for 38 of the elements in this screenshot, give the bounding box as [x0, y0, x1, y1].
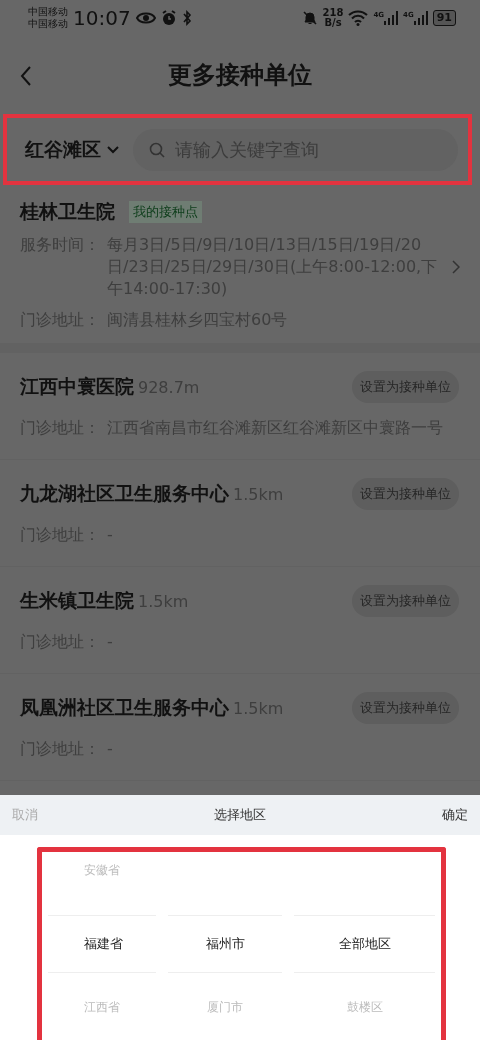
picker-option[interactable]: 福建省	[84, 935, 123, 953]
bluetooth-icon	[181, 10, 192, 26]
unit-name: 凤凰洲社区卫生服务中心	[20, 695, 229, 720]
picker-option[interactable]: 鼓楼区	[346, 999, 383, 1016]
network-speed-label: B/s	[324, 18, 342, 28]
network-speed-label: 218	[322, 8, 344, 18]
sheet-title: 选择地区	[214, 806, 266, 824]
clock-time: 10:07	[73, 6, 131, 30]
region-dropdown[interactable]: 红谷滩区	[25, 136, 119, 163]
unit-name: 九龙湖社区卫生服务中心	[20, 481, 229, 506]
signal-icon	[384, 11, 399, 25]
confirm-button[interactable]: 确定	[442, 806, 468, 824]
chevron-down-icon	[107, 145, 119, 154]
unit-name: 生米镇卫生院	[20, 588, 134, 613]
chevron-right-icon	[452, 260, 460, 274]
back-icon	[20, 66, 32, 86]
carrier-label: 中国移动	[28, 6, 68, 18]
page-title: 更多接种单位	[168, 60, 312, 91]
wifi-icon	[348, 10, 369, 26]
field-value: -	[107, 524, 114, 546]
picker-option[interactable]: 江西省	[84, 999, 120, 1016]
battery-indicator: 91	[432, 10, 456, 26]
carrier-label: 中国移动	[28, 18, 68, 30]
unit-name: 江西中寰医院	[20, 374, 134, 399]
eye-icon	[135, 11, 156, 25]
cancel-button[interactable]: 取消	[12, 806, 38, 824]
muted-bell-icon	[301, 10, 318, 26]
signal-icon	[413, 11, 428, 25]
picker-option[interactable]: 厦门市	[207, 999, 244, 1016]
alarm-icon	[160, 10, 177, 26]
field-value: -	[107, 738, 114, 760]
picker-option[interactable]: 安徽省	[84, 862, 120, 879]
tag-label: 我的接种点	[129, 201, 202, 223]
picker-option[interactable]: 全部地区	[338, 935, 391, 953]
search-icon	[149, 141, 165, 158]
field-value: -	[107, 631, 114, 653]
picker-option[interactable]: 福州市	[205, 935, 245, 953]
unit-name: 桂林卫生院	[20, 199, 115, 224]
